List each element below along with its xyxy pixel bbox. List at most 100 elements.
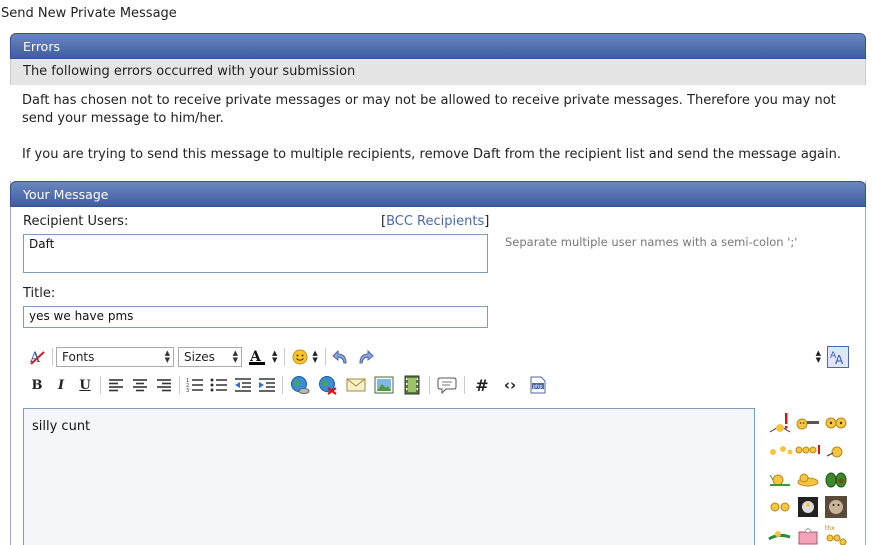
globe-unlink-icon [319,376,337,395]
smilie-group-icon[interactable] [794,437,822,465]
editor-toolbar-row-2: B I U 123 # ‹› php [25,374,552,396]
error-message-2: If you are trying to send this message t… [22,147,841,162]
smilie-tissue-icon[interactable] [794,521,822,545]
toolbar-separator [52,348,53,366]
insert-quote-button[interactable] [433,374,461,396]
switch-editor-mode-button[interactable]: AA [827,346,849,368]
underline-button[interactable]: U [73,374,97,396]
toolbar-separator [282,376,283,394]
toolbar-separator [464,376,465,394]
smilie-wave-icon[interactable] [766,493,794,521]
outdent-button[interactable] [231,374,255,396]
font-select[interactable]: Fonts ▲ ▼ [56,347,174,367]
size-select-value: Sizes [184,350,215,364]
smilie-dance-icon[interactable] [766,437,794,465]
smilie-surf-icon[interactable] [766,521,794,545]
smilie-lazy-icon[interactable] [766,465,794,493]
select-arrows-icon: ▲ ▼ [232,349,238,364]
undo-button[interactable] [329,346,353,368]
align-center-icon [133,379,147,392]
insert-image-button[interactable] [370,374,398,396]
recipient-label: Recipient Users: [23,214,129,229]
film-icon [404,375,420,395]
message-body-textarea[interactable]: silly cunt [23,408,755,545]
resize-arrows-icon[interactable]: ▲ ▼ [816,350,821,364]
image-icon [374,376,394,394]
editor-side-controls: ▲ ▼ AA [816,346,849,368]
smilie-bear-icon[interactable] [822,493,850,521]
recipient-users-input[interactable]: Daft [23,234,488,273]
unordered-list-button[interactable] [207,374,231,396]
redo-icon [359,349,374,364]
font-color-button[interactable]: A [246,346,272,368]
smilie-button[interactable] [288,346,312,368]
ordered-list-icon: 123 [186,378,203,393]
redo-button[interactable] [353,346,377,368]
svg-text:3: 3 [186,388,189,393]
smilie-eyes-icon[interactable] [822,409,850,437]
italic-icon: I [57,377,65,393]
smilie-box: thx [766,409,854,545]
svg-text:A: A [835,353,844,366]
switch-mode-icon: AA [830,351,844,366]
insert-video-button[interactable] [398,374,426,396]
indent-button[interactable] [255,374,279,396]
toolbar-separator [284,348,286,366]
undo-icon [332,349,347,364]
html-tag-icon: ‹› [503,376,517,394]
wrap-html-button[interactable]: ‹› [496,374,524,396]
unordered-list-icon [210,378,227,392]
align-left-button[interactable] [104,374,128,396]
errors-subheader: The following errors occurred with your … [10,59,866,85]
bold-icon: B [31,377,43,393]
size-select[interactable]: Sizes ▲ ▼ [178,347,242,367]
errors-body: Daft has chosen not to receive private m… [10,85,866,164]
toolbar-separator [429,376,430,394]
smiley-icon [292,349,308,365]
font-color-icon: A [249,349,265,365]
recipient-hint: Separate multiple user names with a semi… [505,235,798,249]
align-center-button[interactable] [128,374,152,396]
font-color-arrows-icon[interactable]: ▲ ▼ [272,350,277,364]
wrap-code-button[interactable]: # [468,374,496,396]
svg-text:thx: thx [825,525,835,532]
smilie-photo-icon[interactable] [794,493,822,521]
remove-link-button[interactable] [314,374,342,396]
php-file-icon: php [530,376,546,394]
smilie-pointing-icon[interactable] [822,437,850,465]
page-title: Send New Private Message [1,6,177,21]
indent-icon [259,378,275,392]
align-right-button[interactable] [152,374,176,396]
smilie-avocado-icon[interactable] [822,465,850,493]
quote-bubble-icon [437,377,457,394]
font-select-value: Fonts [62,350,95,364]
title-label: Title: [23,286,56,301]
remove-format-button[interactable]: A [25,346,49,368]
underline-icon: U [79,377,91,393]
toolbar-separator [100,376,101,394]
bcc-recipients-link[interactable]: BCC Recipients [386,214,484,229]
title-input[interactable]: yes we have pms [23,306,488,328]
ordered-list-button[interactable]: 123 [183,374,207,396]
align-right-icon [157,379,171,392]
your-message-header: Your Message [10,181,866,207]
wrap-php-button[interactable]: php [524,374,552,396]
bold-button[interactable]: B [25,374,49,396]
smilie-thanks-icon[interactable]: thx [822,521,850,545]
bcc-recipients: [BCC Recipients] [381,214,489,229]
insert-link-button[interactable] [286,374,314,396]
globe-link-icon [291,376,310,394]
select-arrows-icon: ▲ ▼ [164,349,170,364]
smilie-arrows-icon[interactable]: ▲ ▼ [312,350,317,364]
insert-email-button[interactable] [342,374,370,396]
outdent-icon [235,378,251,392]
smilie-exclaim-icon[interactable] [766,409,794,437]
error-message-1: Daft has chosen not to receive private m… [22,93,836,126]
toolbar-separator [179,376,180,394]
smilie-sleep-icon[interactable] [794,465,822,493]
envelope-icon [346,378,366,392]
smilie-gun-icon[interactable] [794,409,822,437]
toolbar-separator [324,348,326,366]
italic-button[interactable]: I [49,374,73,396]
svg-text:php: php [533,384,543,390]
